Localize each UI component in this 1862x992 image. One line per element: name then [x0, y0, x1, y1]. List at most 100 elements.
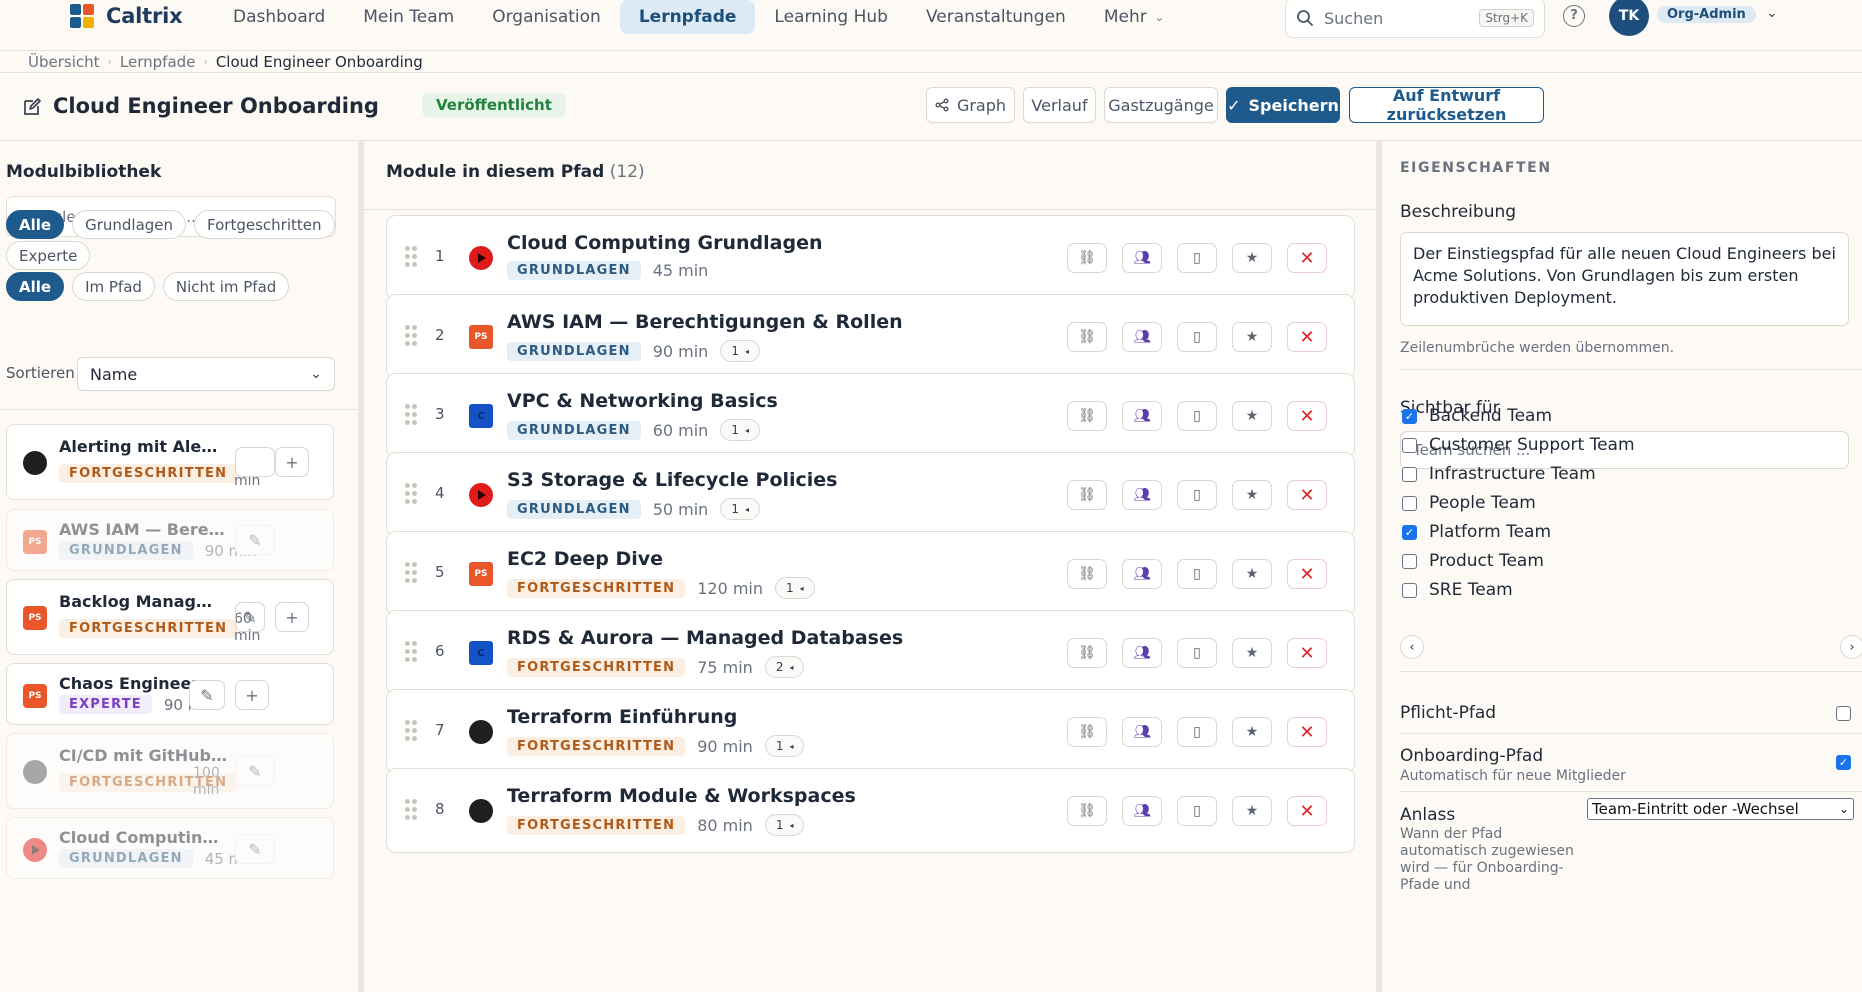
team-checkbox[interactable] [1402, 495, 1417, 511]
dependencies-button[interactable]: ⛓ [1067, 638, 1107, 668]
occasion-select[interactable]: Team-Eintritt oder -Wechsel ⌄ [1587, 798, 1854, 820]
drag-handle-icon[interactable] [405, 404, 417, 426]
edit-icon[interactable]: ✎ [235, 525, 275, 555]
dependencies-button[interactable]: ⛓ [1067, 796, 1107, 826]
drag-handle-icon[interactable] [405, 720, 417, 742]
nav-organisation[interactable]: Organisation [473, 0, 620, 34]
graph-button[interactable]: Graph [926, 87, 1015, 123]
global-search[interactable]: Suchen Strg+K [1285, 0, 1545, 38]
team-checkbox[interactable] [1402, 466, 1417, 482]
edit-icon[interactable]: ✎ [235, 756, 275, 786]
edit-button[interactable]: ✎ [189, 680, 225, 710]
sort-select[interactable]: Name ⌄ [77, 357, 335, 391]
dependency-count[interactable]: 1 ◂ [720, 419, 760, 441]
filter-path-nicht-im-pfad[interactable]: Nicht im Pfad [162, 272, 290, 301]
team-option[interactable]: ✓ Platform Team [1402, 522, 1551, 542]
remove-module-button[interactable]: ✕ [1287, 559, 1327, 589]
dependency-count[interactable]: 1 ◂ [720, 498, 760, 520]
guest-access-button[interactable]: Gastzugänge [1104, 87, 1218, 123]
team-option[interactable]: Product Team [1402, 551, 1544, 571]
team-option[interactable]: SRE Team [1402, 580, 1513, 600]
filter-level-experte[interactable]: Experte [6, 241, 91, 270]
nav-dashboard[interactable]: Dashboard [214, 0, 344, 34]
nav-mehr[interactable]: Mehr ⌄ [1085, 0, 1183, 34]
filter-level-fortgeschritten[interactable]: Fortgeschritten [194, 210, 335, 239]
details-button[interactable]: ▯ [1177, 322, 1217, 352]
add-module-button[interactable]: + [275, 447, 309, 477]
remove-module-button[interactable]: ✕ [1287, 322, 1327, 352]
path-module-card[interactable]: 4 S3 Storage & Lifecycle Policies GRUNDL… [386, 452, 1355, 537]
edit-icon[interactable] [22, 97, 42, 117]
assign-teams-button[interactable]: 👥︎ [1122, 243, 1162, 273]
team-option[interactable]: Infrastructure Team [1402, 464, 1596, 484]
path-module-card[interactable]: 1 Cloud Computing Grundlagen GRUNDLAGEN … [386, 215, 1355, 300]
nav-lernpfade[interactable]: Lernpfade [619, 0, 756, 34]
library-item[interactable]: PS AWS IAM — Berechtigun... GRUNDLAGEN 9… [6, 509, 334, 571]
assign-teams-button[interactable]: 👥︎ [1122, 322, 1162, 352]
team-checkbox[interactable]: ✓ [1402, 408, 1417, 424]
remove-module-button[interactable]: ✕ [1287, 401, 1327, 431]
assign-teams-button[interactable]: 👥︎ [1122, 559, 1162, 589]
add-module-button[interactable]: + [275, 602, 309, 632]
drag-handle-icon[interactable] [405, 641, 417, 663]
favorite-button[interactable]: ★ [1232, 401, 1272, 431]
path-module-card[interactable]: 6 C RDS & Aurora — Managed Databases FOR… [386, 610, 1355, 695]
dependency-count[interactable]: 2 ◂ [764, 656, 805, 678]
onboarding-checkbox[interactable]: ✓ [1836, 755, 1851, 770]
drag-handle-icon[interactable] [405, 562, 417, 584]
remove-module-button[interactable]: ✕ [1287, 796, 1327, 826]
assign-teams-button[interactable]: 👥︎ [1122, 480, 1162, 510]
team-option[interactable]: ✓ Backend Team [1402, 406, 1552, 426]
details-button[interactable]: ▯ [1177, 717, 1217, 747]
save-button[interactable]: ✓ Speichern [1226, 87, 1340, 123]
dependencies-button[interactable]: ⛓ [1067, 559, 1107, 589]
path-module-card[interactable]: 7 Terraform Einführung FORTGESCHRITTEN 9… [386, 689, 1355, 774]
dependencies-button[interactable]: ⛓ [1067, 401, 1107, 431]
help-icon[interactable]: ? [1563, 5, 1585, 27]
app-logo[interactable]: Caltrix [70, 4, 183, 28]
scroll-right-icon[interactable]: › [1840, 635, 1862, 659]
path-module-card[interactable]: 5 PS EC2 Deep Dive FORTGESCHRITTEN 120 m… [386, 531, 1355, 616]
library-item[interactable]: PS Chaos Engineerin... EXPERTE 90 min ✎ … [6, 663, 334, 725]
nav-mein-team[interactable]: Mein Team [344, 0, 473, 34]
favorite-button[interactable]: ★ [1232, 638, 1272, 668]
avatar[interactable]: TK [1609, 0, 1649, 36]
reset-to-draft-button[interactable]: Auf Entwurf zurücksetzen [1349, 86, 1544, 124]
dependencies-button[interactable]: ⛓ [1067, 717, 1107, 747]
role-badge[interactable]: Org-Admin [1657, 6, 1756, 23]
details-button[interactable]: ▯ [1177, 480, 1217, 510]
favorite-button[interactable]: ★ [1232, 796, 1272, 826]
team-option[interactable]: People Team [1402, 493, 1536, 513]
favorite-button[interactable]: ★ [1232, 322, 1272, 352]
nav-learning-hub[interactable]: Learning Hub [755, 0, 907, 34]
edit-button[interactable] [235, 447, 275, 477]
favorite-button[interactable]: ★ [1232, 559, 1272, 589]
assign-teams-button[interactable]: 👥︎ [1122, 401, 1162, 431]
remove-module-button[interactable]: ✕ [1287, 638, 1327, 668]
filter-path-im-pfad[interactable]: Im Pfad [72, 272, 155, 301]
assign-teams-button[interactable]: 👥︎ [1122, 638, 1162, 668]
assign-teams-button[interactable]: 👥︎ [1122, 796, 1162, 826]
remove-module-button[interactable]: ✕ [1287, 243, 1327, 273]
team-checkbox[interactable] [1402, 553, 1417, 569]
team-option[interactable]: Customer Support Team [1402, 435, 1635, 455]
drag-handle-icon[interactable] [405, 246, 417, 268]
team-checkbox[interactable]: ✓ [1402, 524, 1417, 540]
details-button[interactable]: ▯ [1177, 243, 1217, 273]
filter-path-alle[interactable]: Alle [6, 272, 65, 301]
dependency-count[interactable]: 1 ◂ [764, 814, 805, 836]
team-checkbox[interactable] [1402, 582, 1417, 598]
scroll-left-icon[interactable]: ‹ [1400, 635, 1424, 659]
history-button[interactable]: Verlauf [1023, 87, 1096, 123]
library-item[interactable]: Alerting mit Alert... FORTGESCHRITTEN 50… [6, 424, 334, 500]
edit-icon[interactable]: ✎ [235, 834, 275, 864]
details-button[interactable]: ▯ [1177, 559, 1217, 589]
details-button[interactable]: ▯ [1177, 796, 1217, 826]
description-textarea[interactable]: Der Einstiegspfad für alle neuen Cloud E… [1400, 232, 1849, 326]
edit-icon[interactable]: ✎ [235, 602, 265, 632]
favorite-button[interactable]: ★ [1232, 480, 1272, 510]
remove-module-button[interactable]: ✕ [1287, 717, 1327, 747]
team-checkbox[interactable] [1402, 437, 1417, 453]
dependencies-button[interactable]: ⛓ [1067, 243, 1107, 273]
drag-handle-icon[interactable] [405, 325, 417, 347]
